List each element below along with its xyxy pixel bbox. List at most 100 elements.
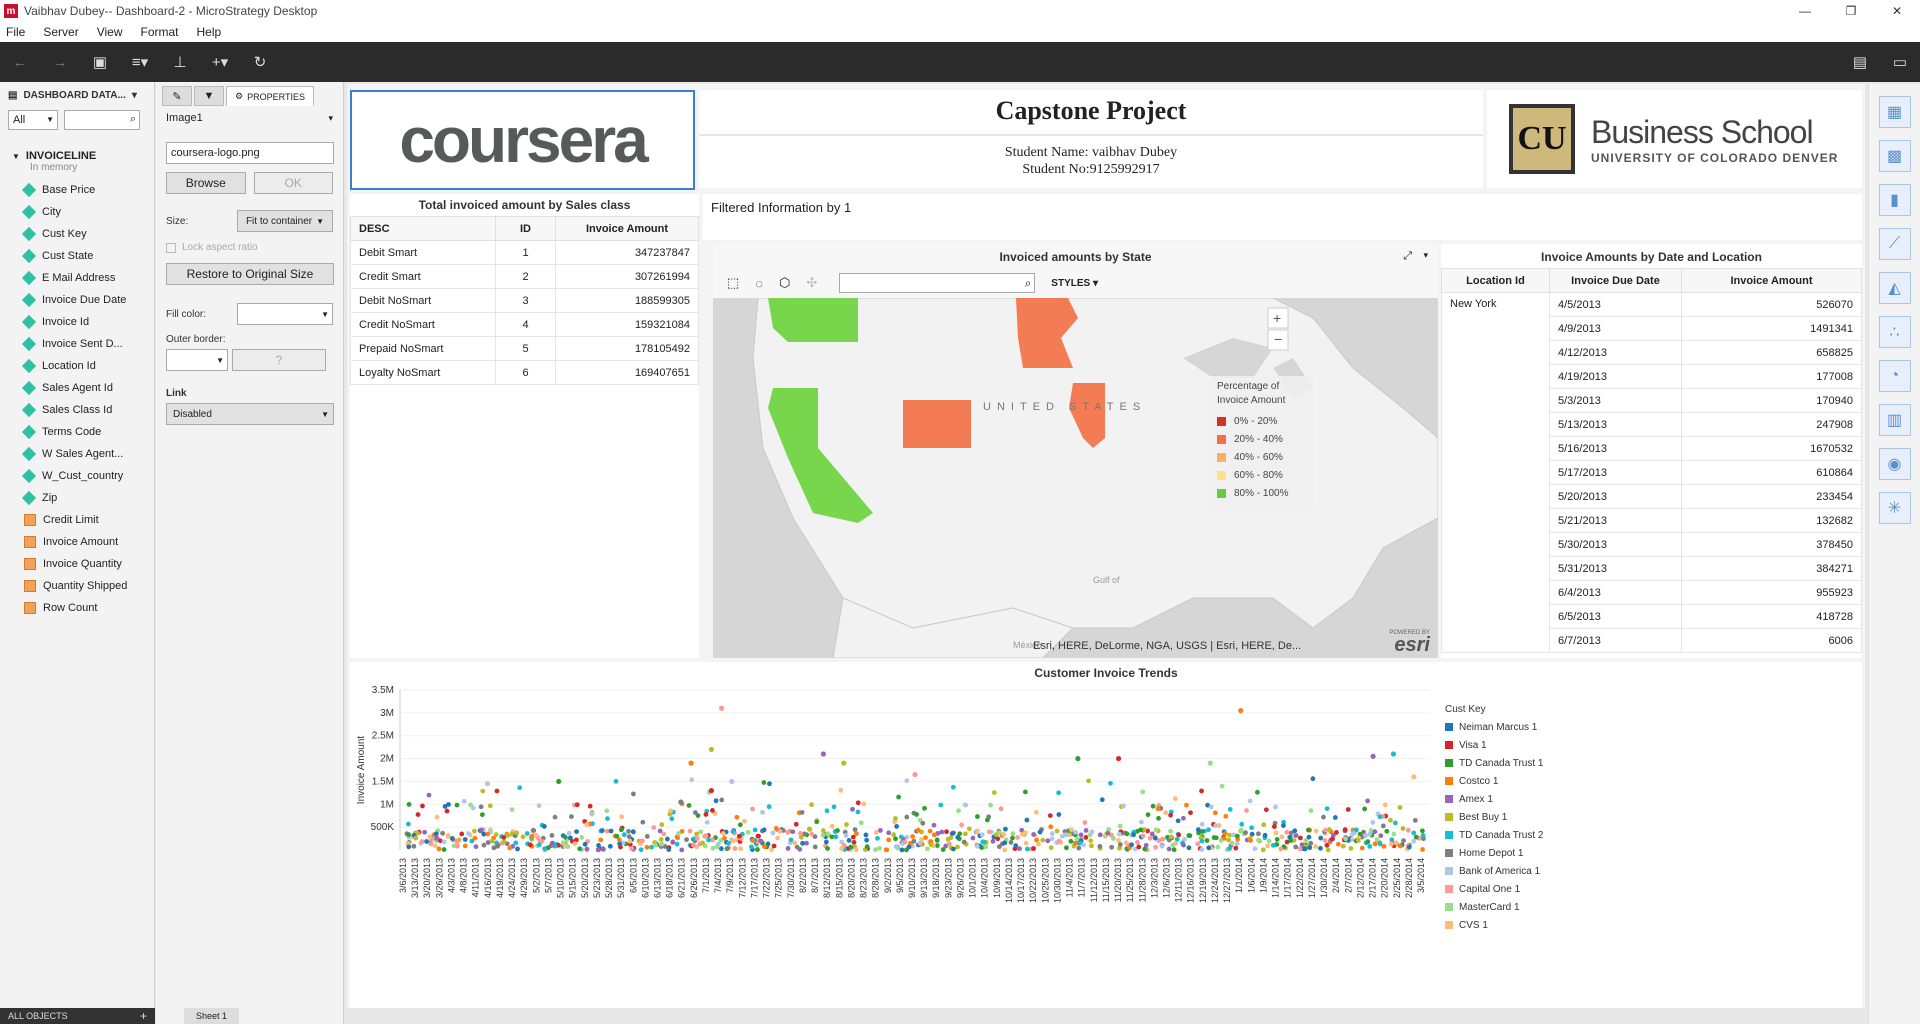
data-point[interactable]: [1260, 847, 1266, 853]
data-point[interactable]: [1034, 837, 1039, 843]
map-legend-item[interactable]: 0% - 20%: [1217, 412, 1305, 430]
data-point[interactable]: [1142, 846, 1148, 852]
data-point[interactable]: [599, 828, 605, 833]
data-point[interactable]: [1049, 836, 1055, 842]
col-location-id[interactable]: Location Id: [1441, 268, 1550, 293]
data-point[interactable]: [1048, 845, 1054, 851]
data-point[interactable]: [644, 844, 650, 850]
data-point[interactable]: [572, 841, 578, 847]
data-point[interactable]: [752, 827, 758, 833]
lock-aspect-checkbox[interactable]: [166, 242, 176, 253]
data-point[interactable]: [1261, 822, 1267, 828]
data-point[interactable]: [1229, 840, 1235, 846]
data-point[interactable]: [1420, 847, 1425, 852]
data-point[interactable]: [1355, 838, 1361, 843]
chart-legend-item[interactable]: Amex 1: [1459, 794, 1493, 805]
data-point[interactable]: [1318, 835, 1324, 841]
data-point[interactable]: [898, 834, 904, 840]
collapse-icon[interactable]: ▼: [12, 152, 20, 161]
data-point[interactable]: [835, 828, 840, 833]
chart-legend-item[interactable]: Neiman Marcus 1: [1459, 722, 1538, 733]
data-point[interactable]: [1138, 827, 1144, 833]
data-point[interactable]: [440, 830, 445, 836]
data-point[interactable]: [1168, 828, 1173, 834]
data-point[interactable]: [1413, 834, 1419, 840]
data-point[interactable]: [720, 831, 726, 836]
menu-help[interactable]: Help: [197, 25, 222, 39]
attribute-item[interactable]: Sales Class Id: [0, 399, 154, 421]
data-point[interactable]: [1109, 844, 1115, 850]
data-point[interactable]: [462, 837, 468, 842]
data-point[interactable]: [820, 832, 826, 838]
pie-chart-icon[interactable]: ◔: [1878, 360, 1911, 392]
data-point[interactable]: [761, 780, 767, 785]
insert-visualization-icon[interactable]: ⊥: [160, 42, 200, 82]
data-point[interactable]: [714, 844, 720, 850]
data-point[interactable]: [1372, 841, 1378, 847]
data-point[interactable]: [996, 830, 1002, 835]
data-point[interactable]: [1247, 798, 1253, 804]
data-point[interactable]: [812, 844, 818, 850]
data-point[interactable]: [608, 828, 614, 834]
data-point[interactable]: [873, 847, 878, 853]
data-point[interactable]: [661, 831, 667, 837]
data-point[interactable]: [1384, 828, 1390, 834]
data-point[interactable]: [1117, 842, 1123, 847]
restore-size-button[interactable]: Restore to Original Size: [166, 263, 334, 285]
data-point[interactable]: [1002, 847, 1008, 853]
attribute-item[interactable]: City: [0, 201, 154, 223]
data-point[interactable]: [704, 819, 710, 825]
data-point[interactable]: [1326, 827, 1332, 832]
data-point[interactable]: [1207, 760, 1213, 766]
attribute-item[interactable]: Cust Key: [0, 223, 154, 245]
data-point[interactable]: [838, 787, 844, 793]
data-point[interactable]: [574, 829, 579, 835]
data-point[interactable]: [1031, 832, 1037, 837]
data-point[interactable]: [1010, 835, 1015, 841]
data-point[interactable]: [493, 832, 499, 837]
data-point[interactable]: [1335, 841, 1341, 847]
data-point[interactable]: [1072, 840, 1078, 846]
data-point[interactable]: [684, 837, 689, 843]
data-point[interactable]: [848, 844, 854, 850]
minimize-icon[interactable]: —: [1782, 0, 1828, 22]
metric-item[interactable]: Row Count: [0, 597, 154, 619]
data-point[interactable]: [626, 828, 631, 834]
attribute-item[interactable]: Zip: [0, 487, 154, 509]
data-point[interactable]: [524, 831, 530, 836]
data-point[interactable]: [666, 847, 672, 852]
data-point[interactable]: [1226, 837, 1231, 843]
data-point[interactable]: [990, 838, 996, 844]
data-point[interactable]: [1088, 838, 1094, 844]
data-point[interactable]: [1184, 802, 1189, 808]
object-filter-select[interactable]: All ▼: [8, 110, 58, 130]
data-point[interactable]: [1411, 774, 1417, 780]
ok-button[interactable]: OK: [253, 172, 333, 194]
data-point[interactable]: [501, 835, 507, 840]
data-point[interactable]: [984, 817, 990, 823]
menu-server[interactable]: Server: [43, 25, 78, 39]
data-point[interactable]: [863, 832, 869, 838]
maximize-icon[interactable]: ⤢: [1403, 250, 1412, 263]
data-point[interactable]: [1010, 831, 1016, 837]
data-point[interactable]: [1111, 836, 1116, 841]
data-point[interactable]: [1279, 834, 1285, 840]
data-point[interactable]: [719, 797, 725, 803]
data-point[interactable]: [1131, 832, 1136, 838]
data-point[interactable]: [912, 771, 918, 778]
data-point[interactable]: [1362, 806, 1368, 812]
data-point[interactable]: [928, 842, 934, 848]
map-legend-item[interactable]: 40% - 60%: [1217, 448, 1305, 466]
data-point[interactable]: [988, 802, 993, 808]
data-point[interactable]: [686, 803, 692, 808]
data-point[interactable]: [1108, 780, 1113, 786]
data-point[interactable]: [1170, 842, 1176, 848]
data-point[interactable]: [708, 787, 714, 794]
attribute-item[interactable]: Invoice Sent D...: [0, 333, 154, 355]
data-point[interactable]: [833, 834, 839, 840]
data-point[interactable]: [627, 838, 633, 844]
data-point[interactable]: [839, 846, 845, 851]
data-point[interactable]: [657, 828, 663, 834]
col-invoice-amount[interactable]: Invoice Amount: [1681, 268, 1862, 293]
data-point[interactable]: [1406, 844, 1412, 850]
